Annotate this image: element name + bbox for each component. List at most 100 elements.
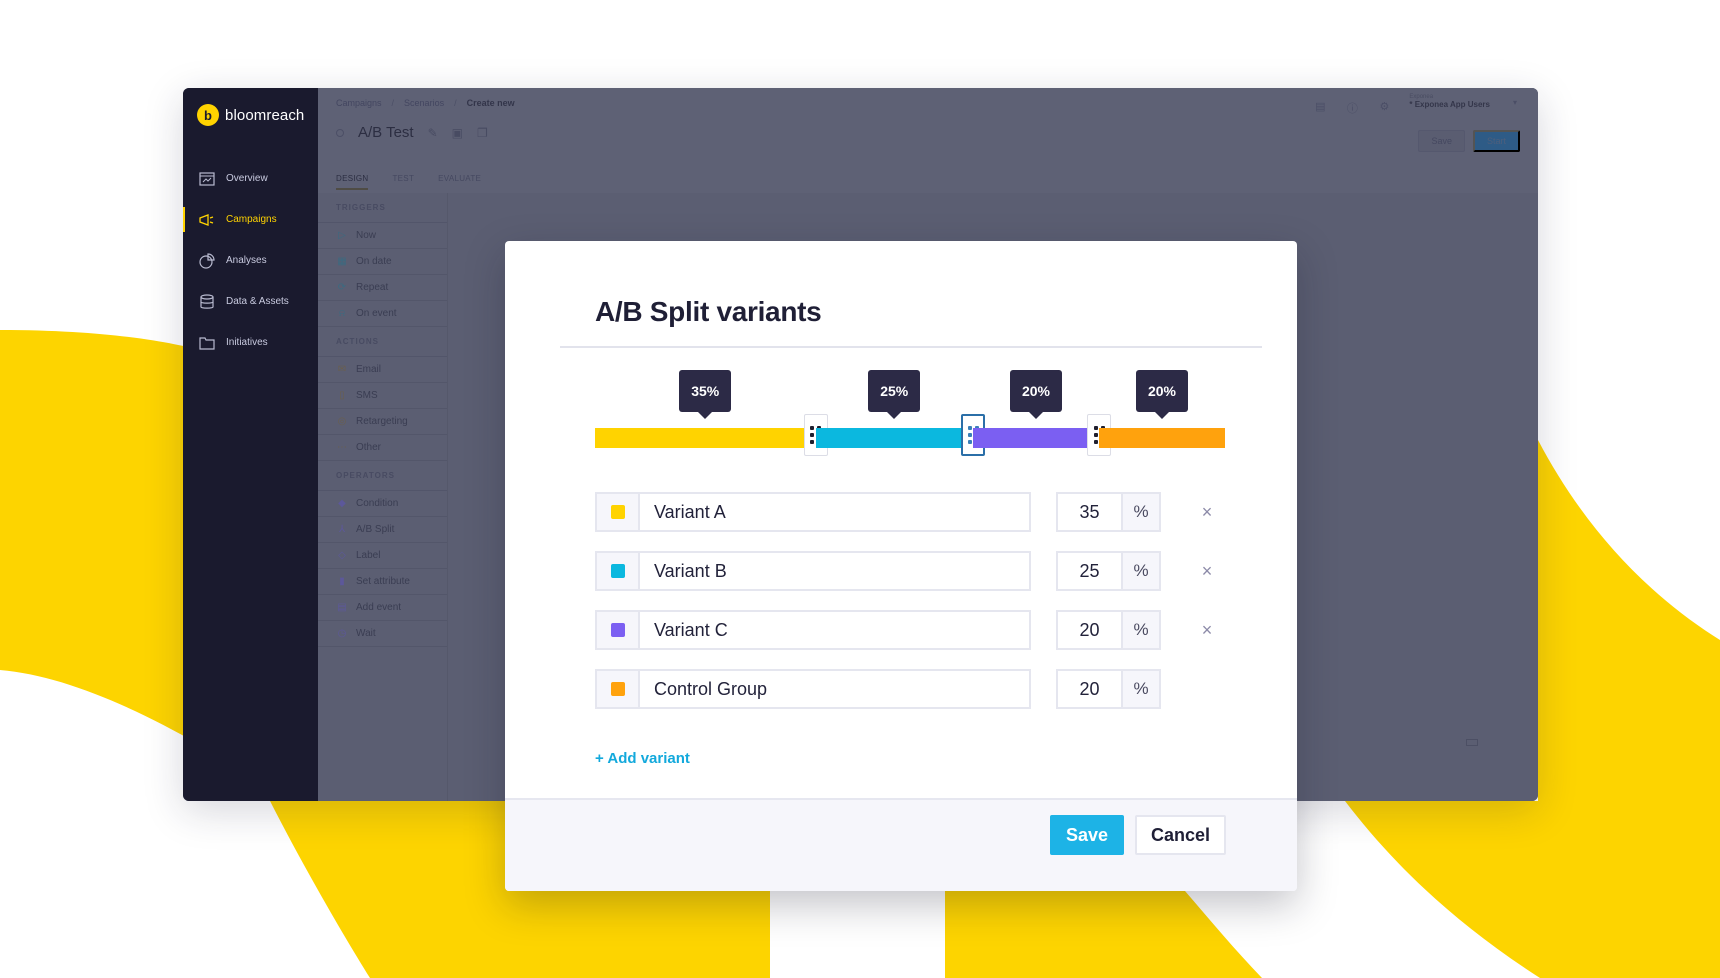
percent-unit: % xyxy=(1121,492,1161,532)
remove-variant-icon[interactable]: × xyxy=(1195,559,1219,583)
tabs: DESIGN TEST EVALUATE xyxy=(336,174,481,190)
variant-percent-input[interactable] xyxy=(1056,492,1121,532)
variant-percent-input[interactable] xyxy=(1056,551,1121,591)
other-icon: ⋯ xyxy=(337,442,347,453)
copy-icon[interactable]: ❐ xyxy=(477,126,488,140)
tab-evaluate[interactable]: EVALUATE xyxy=(438,174,481,190)
sidebar-item-overview[interactable]: Overview xyxy=(183,158,318,199)
variant-percent-input[interactable] xyxy=(1056,610,1121,650)
palette-item-label: Retargeting xyxy=(356,416,408,427)
condition-icon: ◆ xyxy=(338,498,346,509)
color-picker[interactable] xyxy=(595,551,639,591)
split-segment xyxy=(595,428,816,448)
yellow-band-center xyxy=(945,891,1262,978)
variant-name-input[interactable] xyxy=(638,610,1031,650)
breadcrumb-item[interactable]: Scenarios xyxy=(404,98,444,108)
variant-name-input[interactable] xyxy=(638,551,1031,591)
sidebar-item-label: Overview xyxy=(226,173,268,184)
palette-section-title: TRIGGERS xyxy=(318,193,447,223)
header-save-button[interactable]: Save xyxy=(1418,130,1465,152)
comments-icon[interactable]: ▤ xyxy=(1313,100,1327,114)
back-icon[interactable] xyxy=(336,128,344,137)
split-segment xyxy=(1099,428,1225,448)
sidebar-item-analyses[interactable]: Analyses xyxy=(183,240,318,281)
cancel-button[interactable]: Cancel xyxy=(1135,815,1226,855)
palette-item-set-attribute[interactable]: ▮ Set attribute xyxy=(318,569,447,595)
ab-split-modal: A/B Split variants 35% 25% 20% 20% % × % × xyxy=(505,241,1297,891)
start-button[interactable]: Start xyxy=(1472,130,1520,152)
percent-unit: % xyxy=(1121,551,1161,591)
palette-item-label: On date xyxy=(356,256,392,267)
megaphone-icon xyxy=(198,212,216,228)
tab-design[interactable]: DESIGN xyxy=(336,174,369,190)
sidebar-item-initiatives[interactable]: Initiatives xyxy=(183,322,318,363)
page-title: A/B Test xyxy=(358,124,414,141)
info-icon[interactable]: ⓘ xyxy=(1345,100,1359,115)
header-actions: ▤ ⓘ ⚙ Exponea * Exponea App Users ▾ xyxy=(1313,94,1522,115)
palette-item-a-b-split[interactable]: ⅄ A/B Split xyxy=(318,517,447,543)
add-variant-link[interactable]: + Add variant xyxy=(595,750,690,767)
chevron-down-icon[interactable]: ▾ xyxy=(1508,98,1522,112)
palette-item-repeat[interactable]: ⟳ Repeat xyxy=(318,275,447,301)
variant-name-input[interactable] xyxy=(638,669,1031,709)
palette-item-label: Add event xyxy=(356,602,402,613)
palette-item-label: Label xyxy=(356,550,381,561)
tab-test[interactable]: TEST xyxy=(392,174,414,190)
sms-icon: ▯ xyxy=(339,390,345,401)
palette-item-sms[interactable]: ▯ SMS xyxy=(318,383,447,409)
repeat-icon: ⟳ xyxy=(337,282,347,293)
palette-item-other[interactable]: ⋯ Other xyxy=(318,435,447,461)
brand-logo[interactable]: b bloomreach xyxy=(197,104,304,126)
color-swatch-icon xyxy=(611,564,625,578)
percent-tooltip: 35% xyxy=(679,370,732,419)
sidebar-item-data-assets[interactable]: Data & Assets xyxy=(183,281,318,322)
percent-unit: % xyxy=(1121,669,1161,709)
color-swatch-icon xyxy=(611,623,625,637)
palette-item-add-event[interactable]: ▤ Add event xyxy=(318,595,447,621)
breadcrumb-separator: / xyxy=(454,98,457,108)
wait-icon: ◷ xyxy=(337,628,347,639)
sidebar-item-campaigns[interactable]: Campaigns xyxy=(183,199,318,240)
split-slider[interactable]: 35% 25% 20% 20% xyxy=(595,370,1225,456)
palette-section-title: OPERATORS xyxy=(318,461,447,491)
palette-item-label: A/B Split xyxy=(356,524,395,535)
save-template-icon[interactable]: ▣ xyxy=(452,126,463,140)
variant-percent-input[interactable] xyxy=(1056,669,1121,709)
save-button[interactable]: Save xyxy=(1050,815,1124,855)
remove-variant-icon[interactable]: × xyxy=(1195,500,1219,524)
palette-item-on-date[interactable]: ▦ On date xyxy=(318,249,447,275)
split-segment xyxy=(973,428,1099,448)
palette-item-email[interactable]: ✉ Email xyxy=(318,357,447,383)
pie-chart-icon xyxy=(198,252,216,269)
variant-name-input[interactable] xyxy=(638,492,1031,532)
dashboard-icon xyxy=(198,171,216,187)
palette-item-label: Repeat xyxy=(356,282,389,293)
edit-pencil-icon[interactable]: ✎ xyxy=(428,126,438,140)
divider xyxy=(560,346,1262,348)
palette-item-label[interactable]: ◇ Label xyxy=(318,543,447,569)
modal-footer: Save Cancel xyxy=(505,798,1297,891)
remove-variant-icon[interactable]: × xyxy=(1195,618,1219,642)
project-selector[interactable]: Exponea * Exponea App Users xyxy=(1409,94,1490,109)
palette-item-on-event[interactable]: ⍾ On event xyxy=(318,301,447,327)
folder-icon xyxy=(198,335,216,351)
color-picker[interactable] xyxy=(595,610,639,650)
palette-item-retargeting[interactable]: ◎ Retargeting xyxy=(318,409,447,435)
color-picker[interactable] xyxy=(595,669,639,709)
breadcrumb-item[interactable]: Campaigns xyxy=(336,98,382,108)
now-icon: ▷ xyxy=(338,230,346,241)
settings-icon[interactable]: ⚙ xyxy=(1377,100,1391,114)
variant-row: % xyxy=(595,669,1245,709)
split-segment xyxy=(815,428,973,448)
retargeting-icon: ◎ xyxy=(337,416,347,427)
color-swatch-icon xyxy=(611,505,625,519)
set-attribute-icon: ▮ xyxy=(339,576,345,587)
palette-item-now[interactable]: ▷ Now xyxy=(318,223,447,249)
palette-item-label: Now xyxy=(356,230,377,241)
variant-row: % × xyxy=(595,551,1245,591)
palette-item-condition[interactable]: ◆ Condition xyxy=(318,491,447,517)
minimap-icon[interactable] xyxy=(1466,739,1478,746)
color-picker[interactable] xyxy=(595,492,639,532)
palette-item-wait[interactable]: ◷ Wait xyxy=(318,621,447,647)
percent-tooltip: 25% xyxy=(868,370,921,419)
